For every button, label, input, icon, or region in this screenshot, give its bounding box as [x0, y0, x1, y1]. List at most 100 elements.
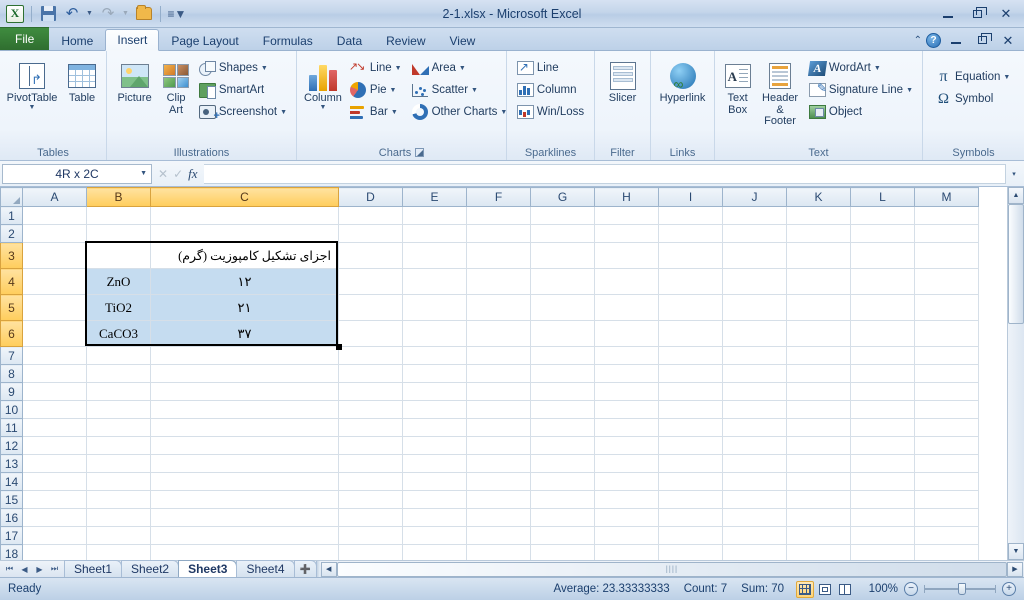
column-header-D[interactable]: D [338, 187, 403, 207]
signature-line-dropdown-icon[interactable]: ▼ [906, 87, 913, 94]
row-header-14[interactable]: 14 [0, 472, 23, 491]
cell-J11[interactable] [722, 418, 787, 437]
prev-sheet-button[interactable]: ◀ [17, 562, 32, 577]
select-all-corner[interactable] [0, 187, 23, 207]
cell-D9[interactable] [338, 382, 403, 401]
workbook-close-button[interactable]: ✕ [997, 30, 1019, 50]
cell-H7[interactable] [594, 346, 659, 365]
scroll-up-button[interactable]: ▲ [1008, 187, 1024, 204]
sheet-tab-sheet3[interactable]: Sheet3 [178, 560, 238, 577]
cell-C16[interactable] [150, 508, 339, 527]
cell-C3[interactable]: اجزای تشکیل کامپوزیت (گرم) [150, 242, 339, 269]
cell-C15[interactable] [150, 490, 339, 509]
cell-J7[interactable] [722, 346, 787, 365]
cell-F3[interactable] [466, 242, 531, 269]
cell-I18[interactable] [658, 544, 723, 560]
normal-view-button[interactable] [796, 580, 814, 598]
column-header-I[interactable]: I [658, 187, 723, 207]
cell-I7[interactable] [658, 346, 723, 365]
cell-G18[interactable] [530, 544, 595, 560]
cell-A17[interactable] [22, 526, 87, 545]
cell-F1[interactable] [466, 206, 531, 225]
sheet-tabs[interactable]: Sheet1 Sheet2 Sheet3 Sheet4 ➕ [64, 560, 317, 577]
cell-D15[interactable] [338, 490, 403, 509]
horizontal-scroll-thumb[interactable]: |||| [336, 561, 1007, 577]
cell-M5[interactable] [914, 294, 979, 321]
cell-L13[interactable] [850, 454, 915, 473]
line-chart-dropdown-icon[interactable]: ▼ [395, 65, 402, 72]
cell-D17[interactable] [338, 526, 403, 545]
cell-M12[interactable] [914, 436, 979, 455]
row-header-15[interactable]: 15 [0, 490, 23, 509]
cell-J12[interactable] [722, 436, 787, 455]
bar-chart-button[interactable]: Bar ▼ [346, 101, 406, 123]
undo-icon[interactable]: ↶ [61, 3, 83, 25]
zoom-in-button[interactable]: + [1002, 582, 1016, 596]
cell-K16[interactable] [786, 508, 851, 527]
cell-H6[interactable] [594, 320, 659, 347]
cell-K2[interactable] [786, 224, 851, 243]
cell-J6[interactable] [722, 320, 787, 347]
cell-E15[interactable] [402, 490, 467, 509]
new-sheet-button[interactable]: ➕ [293, 560, 317, 577]
column-header-M[interactable]: M [914, 187, 979, 207]
cell-J5[interactable] [722, 294, 787, 321]
cell-M3[interactable] [914, 242, 979, 269]
cell-H15[interactable] [594, 490, 659, 509]
cell-L18[interactable] [850, 544, 915, 560]
cell-D1[interactable] [338, 206, 403, 225]
next-sheet-button[interactable]: ▶ [32, 562, 47, 577]
cell-L17[interactable] [850, 526, 915, 545]
line-chart-button[interactable]: Line ▼ [346, 57, 406, 79]
cell-E10[interactable] [402, 400, 467, 419]
cell-A13[interactable] [22, 454, 87, 473]
sparkline-column-button[interactable]: Column [513, 79, 588, 101]
cell-F11[interactable] [466, 418, 531, 437]
cell-B14[interactable] [86, 472, 151, 491]
other-charts-button[interactable]: Other Charts ▼ [408, 101, 512, 123]
cell-F15[interactable] [466, 490, 531, 509]
cell-M6[interactable] [914, 320, 979, 347]
sparkline-line-button[interactable]: Line [513, 57, 588, 79]
cell-D4[interactable] [338, 268, 403, 295]
row-header-10[interactable]: 10 [0, 400, 23, 419]
page-break-view-button[interactable] [836, 581, 854, 598]
cell-H11[interactable] [594, 418, 659, 437]
picture-button[interactable]: Picture [112, 56, 157, 108]
row-header-8[interactable]: 8 [0, 364, 23, 383]
cell-C12[interactable] [150, 436, 339, 455]
cell-M13[interactable] [914, 454, 979, 473]
equation-dropdown-icon[interactable]: ▼ [1003, 74, 1010, 81]
cell-F8[interactable] [466, 364, 531, 383]
cell-M9[interactable] [914, 382, 979, 401]
signature-line-button[interactable]: Signature Line ▼ [805, 79, 917, 101]
cell-L10[interactable] [850, 400, 915, 419]
cell-B3[interactable] [86, 242, 151, 269]
object-button[interactable]: Object [805, 101, 917, 123]
pie-chart-button[interactable]: Pie ▼ [346, 79, 406, 101]
cell-H10[interactable] [594, 400, 659, 419]
cell-M7[interactable] [914, 346, 979, 365]
cell-K14[interactable] [786, 472, 851, 491]
cell-I17[interactable] [658, 526, 723, 545]
sparkline-winloss-button[interactable]: Win/Loss [513, 101, 588, 123]
cell-C17[interactable] [150, 526, 339, 545]
zoom-out-button[interactable]: − [904, 582, 918, 596]
header-footer-button[interactable]: Header & Footer [757, 56, 803, 131]
column-header-G[interactable]: G [530, 187, 595, 207]
cell-G8[interactable] [530, 364, 595, 383]
cell-B1[interactable] [86, 206, 151, 225]
cell-E8[interactable] [402, 364, 467, 383]
cell-G5[interactable] [530, 294, 595, 321]
cell-C5[interactable]: ۲۱ [150, 294, 339, 321]
name-box[interactable]: 4R x 2C ▼ [2, 163, 152, 184]
row-header-9[interactable]: 9 [0, 382, 23, 401]
cell-C9[interactable] [150, 382, 339, 401]
cell-I9[interactable] [658, 382, 723, 401]
cell-G17[interactable] [530, 526, 595, 545]
cell-C7[interactable] [150, 346, 339, 365]
redo-icon[interactable]: ↷ [97, 3, 119, 25]
sheet-table[interactable]: ABCDEFGHIJKLM 1 2 3 اجزای تشکیل کامپوزیت (گ… [0, 187, 979, 560]
tab-formulas[interactable]: Formulas [251, 29, 325, 51]
cell-B17[interactable] [86, 526, 151, 545]
